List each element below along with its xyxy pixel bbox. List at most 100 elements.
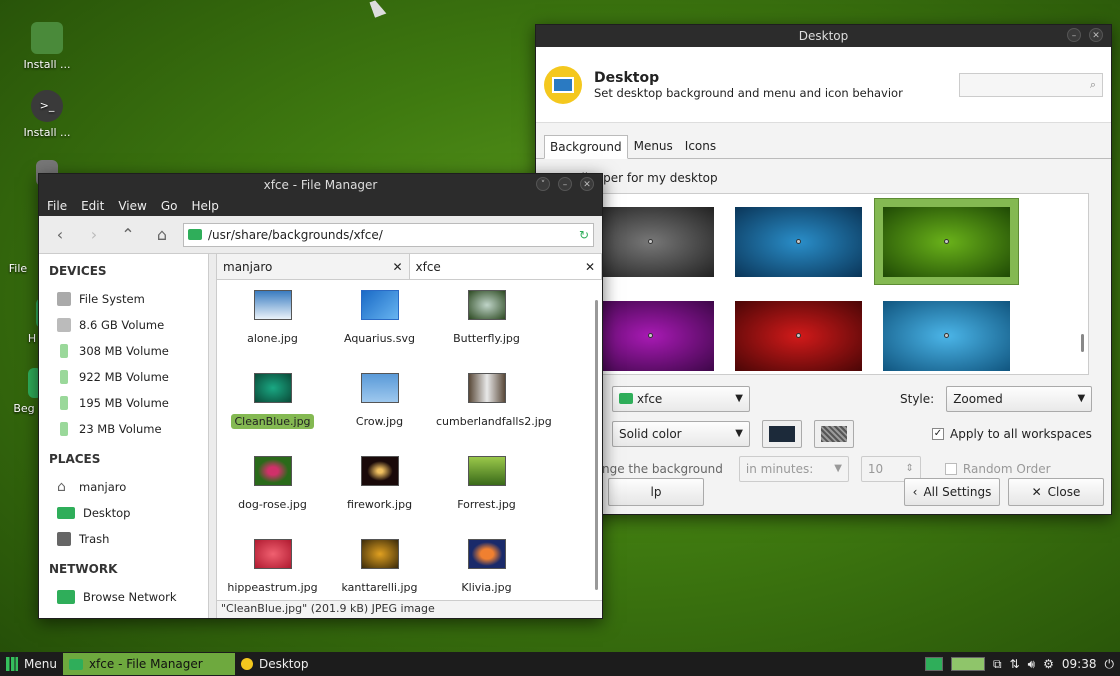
sidebar-item-filesystem[interactable]: File System [39, 286, 208, 312]
color-row: Solid color ▼ ✓ Apply to all workspaces [536, 416, 1111, 451]
menu-file[interactable]: File [47, 196, 67, 216]
close-window-button[interactable]: ✕ [580, 177, 594, 191]
wallpaper-thumb-selected[interactable] [874, 198, 1019, 285]
forward-button[interactable]: › [81, 222, 107, 248]
desktop-icon-install-2[interactable]: >_ Install ... [12, 90, 82, 139]
sidebar-item-volume[interactable]: 23 MB Volume [39, 416, 208, 442]
sidebar-item-browse-network[interactable]: Browse Network [39, 584, 208, 610]
sidebar-item-volume[interactable]: 308 MB Volume [39, 338, 208, 364]
wallpaper-thumb[interactable] [726, 292, 871, 379]
workspace-1[interactable] [924, 657, 943, 671]
sidebar-item-label: 8.6 GB Volume [79, 318, 165, 332]
clock[interactable]: 09:38 [1062, 657, 1097, 671]
network-icon[interactable]: ⇅ [1010, 657, 1020, 671]
sidebar-item-volume[interactable]: 8.6 GB Volume [39, 312, 208, 338]
file-item[interactable]: Forrest.jpg [433, 456, 540, 539]
home-button[interactable]: ⌂ [149, 222, 175, 248]
help-button[interactable]: lp [608, 478, 704, 506]
minimize-button[interactable]: – [558, 177, 572, 191]
settings-heading: Desktop [594, 69, 660, 86]
wallpaper-thumb[interactable] [726, 198, 871, 285]
menu-go[interactable]: Go [161, 196, 178, 216]
file-item[interactable]: kanttarelli.jpg [326, 539, 433, 600]
sidebar-item-trash[interactable]: Trash [39, 526, 208, 552]
reload-icon[interactable]: ↻ [579, 228, 589, 242]
random-order-checkbox[interactable] [944, 462, 957, 475]
search-input[interactable]: ⌕ [959, 72, 1103, 97]
file-item[interactable]: dog-rose.jpg [219, 456, 326, 539]
tab-manjaro[interactable]: manjaro ✕ [217, 254, 410, 279]
volume-icon[interactable]: 🔊︎ [1028, 657, 1036, 672]
file-item[interactable]: Butterfly.jpg [433, 290, 540, 373]
image-thumbnail [360, 373, 399, 403]
back-button[interactable]: ‹ [47, 222, 73, 248]
sidebar-item-volume[interactable]: 195 MB Volume [39, 390, 208, 416]
sidebar-item-label: 922 MB Volume [79, 370, 169, 384]
up-button[interactable]: ⌃ [115, 222, 141, 248]
file-item[interactable]: firework.jpg [326, 456, 433, 539]
menu-bar: File Edit View Go Help [39, 196, 602, 216]
pane-splitter[interactable] [209, 254, 217, 618]
file-item[interactable]: Klivia.jpg [433, 539, 540, 600]
sidebar-item-home[interactable]: ⌂ manjaro [39, 474, 208, 500]
close-window-button[interactable]: ✕ [1089, 28, 1103, 42]
file-name: hippeastrum.jpg [227, 581, 318, 594]
minimize-button[interactable]: – [1067, 28, 1081, 42]
task-desktop[interactable]: Desktop [235, 653, 315, 675]
wallpaper-label: Wallpaper for my desktop [563, 171, 718, 185]
logout-icon[interactable]: ⏻ [1105, 657, 1115, 672]
window-title: Desktop [798, 29, 849, 43]
primary-color-button[interactable] [762, 419, 802, 448]
file-item[interactable]: Crow.jpg [326, 373, 433, 456]
desktop-icon-filesystem[interactable]: File [0, 262, 38, 275]
file-grid: alone.jpg Aquarius.svg Butterfly.jpg Cle… [217, 280, 602, 600]
file-item[interactable]: hippeastrum.jpg [219, 539, 326, 600]
menu-view[interactable]: View [118, 196, 146, 216]
image-thumbnail [467, 373, 506, 403]
location-bar[interactable]: /usr/share/backgrounds/xfce/ ↻ [183, 222, 594, 247]
tab-label: xfce [415, 259, 441, 274]
task-label: xfce - File Manager [88, 657, 203, 671]
network-folder-icon [57, 590, 75, 604]
close-label: Close [1047, 485, 1081, 499]
apply-all-checkbox[interactable]: ✓ [932, 427, 944, 440]
scrollbar[interactable] [595, 300, 598, 590]
close-tab-icon[interactable]: ✕ [392, 260, 402, 274]
tab-menus[interactable]: Menus [628, 134, 679, 158]
close-button[interactable]: ✕ Close [1008, 478, 1104, 506]
file-item[interactable]: alone.jpg [219, 290, 326, 373]
clipboard-icon[interactable]: ⧉ [993, 657, 1002, 672]
file-item[interactable]: Aquarius.svg [326, 290, 433, 373]
shade-button[interactable]: ˅ [536, 177, 550, 191]
sidebar-item-volume[interactable]: 922 MB Volume [39, 364, 208, 390]
sidebar-item-label: manjaro [79, 480, 127, 494]
wallpaper-thumb[interactable] [874, 292, 1019, 379]
change-background-label: nge the background [602, 461, 723, 476]
apply-all-label: Apply to all workspaces [950, 426, 1092, 441]
folder-select[interactable]: xfce ▼ [612, 385, 750, 412]
close-tab-icon[interactable]: ✕ [585, 260, 595, 274]
all-settings-button[interactable]: ‹ All Settings [904, 478, 1000, 506]
menu-edit[interactable]: Edit [81, 196, 104, 216]
task-label: Desktop [258, 657, 309, 671]
secondary-color-button[interactable] [814, 419, 854, 448]
task-file-manager[interactable]: xfce - File Manager [62, 653, 235, 675]
sidebar-item-label: 195 MB Volume [79, 396, 169, 410]
color-mode-select[interactable]: Solid color ▼ [612, 420, 750, 447]
sidebar-item-desktop[interactable]: Desktop [39, 500, 208, 526]
menu-help[interactable]: Help [191, 196, 218, 216]
file-item[interactable]: cumberlandfalls2.jpg [433, 373, 552, 456]
folder-style-row: xfce ▼ Style: Zoomed ▼ [536, 381, 1111, 416]
workspace-2[interactable] [950, 657, 985, 671]
file-item-selected[interactable]: CleanBlue.jpg [219, 373, 326, 456]
tab-xfce[interactable]: xfce ✕ [409, 254, 602, 279]
style-select[interactable]: Zoomed ▼ [946, 385, 1093, 412]
menu-button[interactable]: Menu [0, 653, 63, 675]
tab-background[interactable]: Background [544, 135, 628, 159]
tab-icons[interactable]: Icons [679, 134, 722, 158]
scrollbar[interactable] [1081, 334, 1084, 352]
gear-icon[interactable]: ⚙ [1043, 657, 1054, 671]
chevron-down-icon: ▼ [834, 463, 842, 474]
desktop-icon-install-1[interactable]: Install ... [12, 22, 82, 71]
folder-icon [188, 229, 202, 240]
